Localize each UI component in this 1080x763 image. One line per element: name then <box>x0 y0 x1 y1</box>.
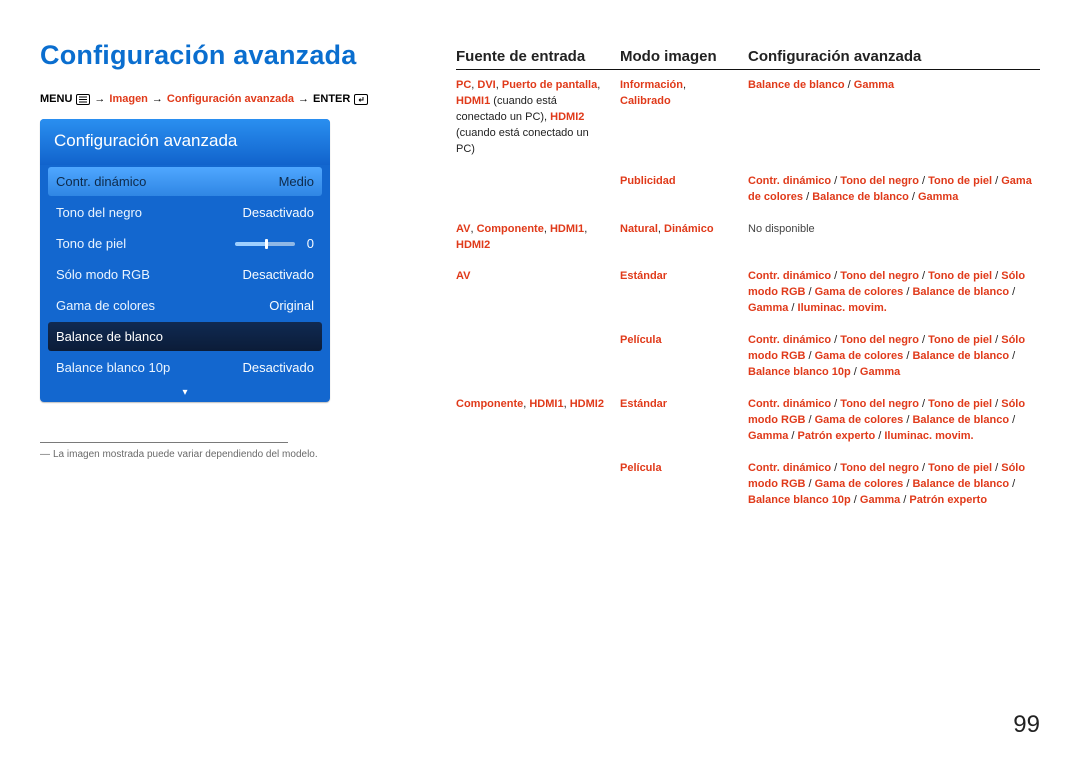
osd-row-label: Tono del negro <box>56 205 142 220</box>
cell-mode: Estándar <box>620 397 748 445</box>
cell-source: PC, DVI, Puerto de pantalla, HDMI1 (cuan… <box>456 78 620 158</box>
table-header: Fuente de entrada Modo imagen Configurac… <box>456 48 1040 70</box>
table-row: AVEstándarContr. dinámico / Tono del neg… <box>456 261 1040 325</box>
cell-mode: Natural, Dinámico <box>620 222 748 254</box>
osd-row-label: Balance blanco 10p <box>56 360 170 375</box>
scroll-down-icon[interactable]: ▾ <box>40 390 330 402</box>
table-row: PC, DVI, Puerto de pantalla, HDMI1 (cuan… <box>456 70 1040 166</box>
th-mode: Modo imagen <box>620 48 748 65</box>
cell-source <box>456 174 620 206</box>
osd-row[interactable]: Contr. dinámico Medio <box>48 167 322 196</box>
cell-source <box>456 333 620 381</box>
breadcrumb-sep-3: → <box>298 93 309 105</box>
osd-title: Configuración avanzada <box>40 119 330 165</box>
osd-row-value: Desactivado <box>242 205 314 220</box>
osd-row-value: 0 <box>307 236 314 251</box>
breadcrumb-suffix: ENTER <box>313 93 350 105</box>
osd-row-value: Desactivado <box>242 360 314 375</box>
table-row: AV, Componente, HDMI1, HDMI2Natural, Din… <box>456 214 1040 262</box>
cell-source: AV <box>456 269 620 317</box>
breadcrumb: MENU → Imagen → Configuración avanzada →… <box>40 93 400 105</box>
cell-options: Contr. dinámico / Tono del negro / Tono … <box>748 333 1040 381</box>
osd-row[interactable]: Gama de colores Original <box>48 291 322 320</box>
osd-row-value: Original <box>269 298 314 313</box>
osd-row-label: Sólo modo RGB <box>56 267 150 282</box>
osd-row-label: Balance de blanco <box>56 329 163 344</box>
cell-source: Componente, HDMI1, HDMI2 <box>456 397 620 445</box>
enter-icon <box>354 94 368 105</box>
footnote: ―La imagen mostrada puede variar dependi… <box>40 449 400 460</box>
cell-mode: Película <box>620 461 748 509</box>
osd-row-value: Medio <box>279 174 314 189</box>
osd-row[interactable]: Sólo modo RGB Desactivado <box>48 260 322 289</box>
osd-row[interactable]: Tono del negro Desactivado <box>48 198 322 227</box>
page-number: 99 <box>1013 711 1040 739</box>
cell-mode: Información, Calibrado <box>620 78 748 158</box>
breadcrumb-prefix: MENU <box>40 93 72 105</box>
breadcrumb-sep-2: → <box>152 93 163 105</box>
cell-mode: Publicidad <box>620 174 748 206</box>
slider[interactable] <box>235 242 295 246</box>
osd-row-value: Desactivado <box>242 267 314 282</box>
cell-options: Contr. dinámico / Tono del negro / Tono … <box>748 269 1040 317</box>
osd-row[interactable]: Balance de blanco <box>48 322 322 351</box>
menu-icon <box>76 94 90 105</box>
breadcrumb-seg-2: Configuración avanzada <box>167 93 294 105</box>
osd-row[interactable]: Balance blanco 10p Desactivado <box>48 353 322 382</box>
cell-options: Contr. dinámico / Tono del negro / Tono … <box>748 397 1040 445</box>
cell-options: Contr. dinámico / Tono del negro / Tono … <box>748 174 1040 206</box>
osd-panel: Configuración avanzada Contr. dinámico Me… <box>40 119 330 402</box>
osd-row-label: Tono de piel <box>56 236 126 251</box>
breadcrumb-sep-1: → <box>94 93 105 105</box>
cell-options: Contr. dinámico / Tono del negro / Tono … <box>748 461 1040 509</box>
cell-mode: Película <box>620 333 748 381</box>
table-row: PelículaContr. dinámico / Tono del negro… <box>456 325 1040 389</box>
osd-row[interactable]: Tono de piel 0 <box>48 229 322 258</box>
page-title: Configuración avanzada <box>40 40 400 71</box>
th-options: Configuración avanzada <box>748 48 1040 65</box>
table-row: Componente, HDMI1, HDMI2EstándarContr. d… <box>456 389 1040 453</box>
table-row: PublicidadContr. dinámico / Tono del neg… <box>456 166 1040 214</box>
cell-source: AV, Componente, HDMI1, HDMI2 <box>456 222 620 254</box>
table-row: PelículaContr. dinámico / Tono del negro… <box>456 453 1040 517</box>
th-source: Fuente de entrada <box>456 48 620 65</box>
cell-options: Balance de blanco / Gamma <box>748 78 1040 158</box>
cell-source <box>456 461 620 509</box>
cell-options: No disponible <box>748 222 1040 254</box>
osd-row-label: Contr. dinámico <box>56 174 146 189</box>
divider <box>40 442 288 443</box>
breadcrumb-seg-1: Imagen <box>109 93 148 105</box>
cell-mode: Estándar <box>620 269 748 317</box>
osd-row-label: Gama de colores <box>56 298 155 313</box>
